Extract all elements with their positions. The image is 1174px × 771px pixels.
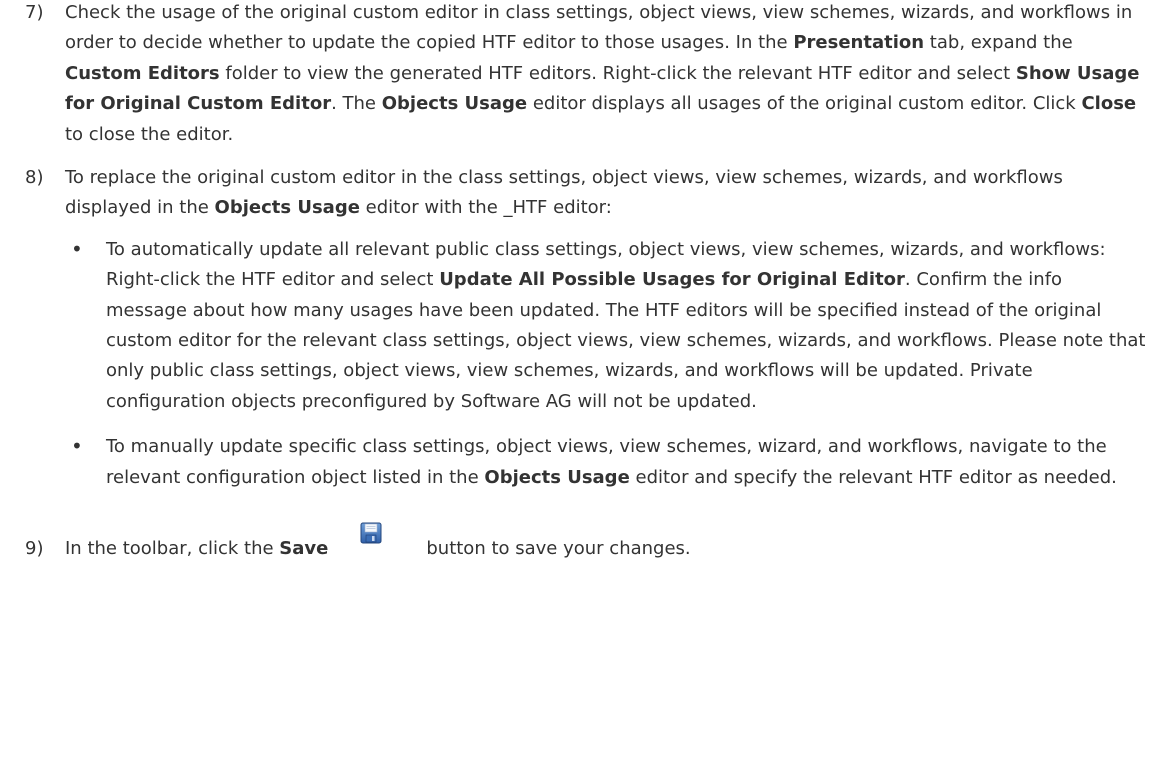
bullet-text: To manually update specific class settin… xyxy=(106,432,1146,493)
ui-term-custom-editors: Custom Editors xyxy=(65,62,220,84)
bullet-text: To automatically update all relevant pub… xyxy=(106,235,1146,417)
bullet-dot: • xyxy=(71,236,83,261)
step-text: Check the usage of the original custom e… xyxy=(65,0,1146,150)
text-segment: to close the editor. xyxy=(65,123,234,145)
step-7: 7) Check the usage of the original custo… xyxy=(0,0,1174,150)
step-9: 9) In the toolbar, click the Save button… xyxy=(0,522,1174,564)
text-segment: button to save your changes. xyxy=(426,538,691,560)
bullet-dot: • xyxy=(71,434,83,459)
list-item: • To manually update specific class sett… xyxy=(0,432,1174,493)
text-segment: In the toolbar, click the xyxy=(65,538,280,560)
text-segment: folder to view the generated HTF editors… xyxy=(219,62,1016,84)
ui-term-objects-usage: Objects Usage xyxy=(214,197,360,219)
text-segment: tab, expand the xyxy=(924,32,1073,54)
text-segment: . The xyxy=(331,93,382,115)
ui-term-objects-usage: Objects Usage xyxy=(381,93,528,115)
list-item: • To automatically update all relevant p… xyxy=(0,235,1174,417)
text-segment: . Confirm the info message about how man… xyxy=(106,269,1146,412)
ui-term-objects-usage: Objects Usage xyxy=(484,466,630,488)
document-page: 7) Check the usage of the original custo… xyxy=(0,0,1174,565)
step-number: 9) xyxy=(25,538,44,560)
step-number: 7) xyxy=(25,2,44,23)
step-text: In the toolbar, click the Save button to… xyxy=(65,522,1146,564)
step-number: 8) xyxy=(25,167,44,189)
text-segment: editor with the _HTF editor: xyxy=(359,197,612,219)
ui-term-close: Close xyxy=(1081,93,1137,115)
text-segment: editor and specify the relevant HTF edit… xyxy=(629,466,1117,488)
save-icon xyxy=(360,522,382,544)
step-text: To replace the original custom editor in… xyxy=(65,163,1146,224)
bullet-list: • To automatically update all relevant p… xyxy=(0,235,1174,493)
step-8: 8) To replace the original custom editor… xyxy=(0,163,1174,224)
text-segment: editor displays all usages of the origin… xyxy=(527,93,1082,115)
ui-term-save: Save xyxy=(279,538,329,560)
ui-term-update-all: Update All Possible Usages for Original … xyxy=(439,269,905,291)
ui-term-presentation: Presentation xyxy=(793,32,925,54)
